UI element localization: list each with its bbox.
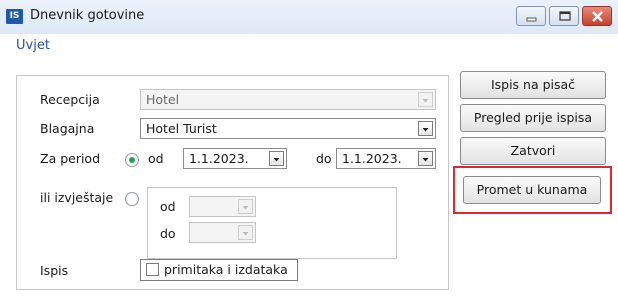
chevron-down-icon: [418, 151, 433, 166]
window-title: Dnevnik gotovine: [30, 8, 145, 23]
chevron-down-icon: [418, 121, 433, 136]
ispis-checkbox-frame[interactable]: primitaka i izdataka: [140, 259, 298, 281]
chevron-down-icon: [269, 151, 284, 166]
period-od-date[interactable]: 1.1.2023.: [183, 148, 287, 169]
group-title: Uvjet: [16, 38, 50, 53]
ispis-checkbox[interactable]: [146, 263, 159, 276]
chevron-down-icon: [238, 199, 253, 214]
izvjestaje-od-label: od: [160, 199, 176, 214]
recepcija-value: Hotel: [146, 92, 180, 107]
blagajna-select[interactable]: Hotel Turist: [140, 118, 436, 139]
promet-u-kunama-button[interactable]: Promet u kunama: [463, 176, 601, 204]
izvjestaje-od-select[interactable]: [189, 196, 256, 217]
maximize-icon: [559, 11, 571, 21]
izvjestaje-do-select[interactable]: [189, 222, 256, 243]
chevron-down-icon: [238, 225, 253, 240]
minimize-icon: [526, 17, 537, 22]
ispis-checkbox-label: primitaka i izdataka: [164, 262, 288, 277]
minimize-button[interactable]: [516, 6, 546, 26]
period-od-value: 1.1.2023.: [189, 151, 249, 166]
maximize-button[interactable]: [549, 6, 579, 26]
blagajna-value: Hotel Turist: [146, 121, 217, 136]
dialog-window: IS Dnevnik gotovine Uvjet Recepcija Hote…: [0, 0, 618, 300]
blagajna-label: Blagajna: [40, 121, 95, 136]
period-radio[interactable]: [125, 153, 139, 167]
close-button[interactable]: [582, 6, 612, 26]
recepcija-select[interactable]: Hotel: [140, 89, 436, 110]
period-do-value: 1.1.2023.: [342, 151, 402, 166]
period-do-date[interactable]: 1.1.2023.: [336, 148, 436, 169]
izvjestaje-radio[interactable]: [125, 192, 139, 206]
title-bar[interactable]: IS Dnevnik gotovine: [0, 0, 618, 34]
period-do-label: do: [316, 151, 332, 166]
izvjestaje-group: [147, 187, 397, 259]
chevron-down-icon: [418, 92, 433, 107]
close-dialog-button[interactable]: Zatvori: [460, 137, 606, 165]
print-button[interactable]: Ispis na pisač: [460, 71, 606, 99]
period-od-label: od: [148, 151, 164, 166]
print-preview-button[interactable]: Pregled prije ispisa: [460, 104, 606, 132]
izvjestaje-label: ili izvještaje: [40, 190, 114, 205]
period-label: Za period: [40, 151, 101, 166]
close-icon: [592, 11, 603, 22]
radio-selected-dot: [129, 157, 135, 163]
izvjestaje-do-label: do: [160, 226, 176, 241]
ispis-label: Ispis: [40, 263, 69, 278]
app-icon: IS: [6, 9, 23, 24]
recepcija-label: Recepcija: [40, 92, 100, 107]
